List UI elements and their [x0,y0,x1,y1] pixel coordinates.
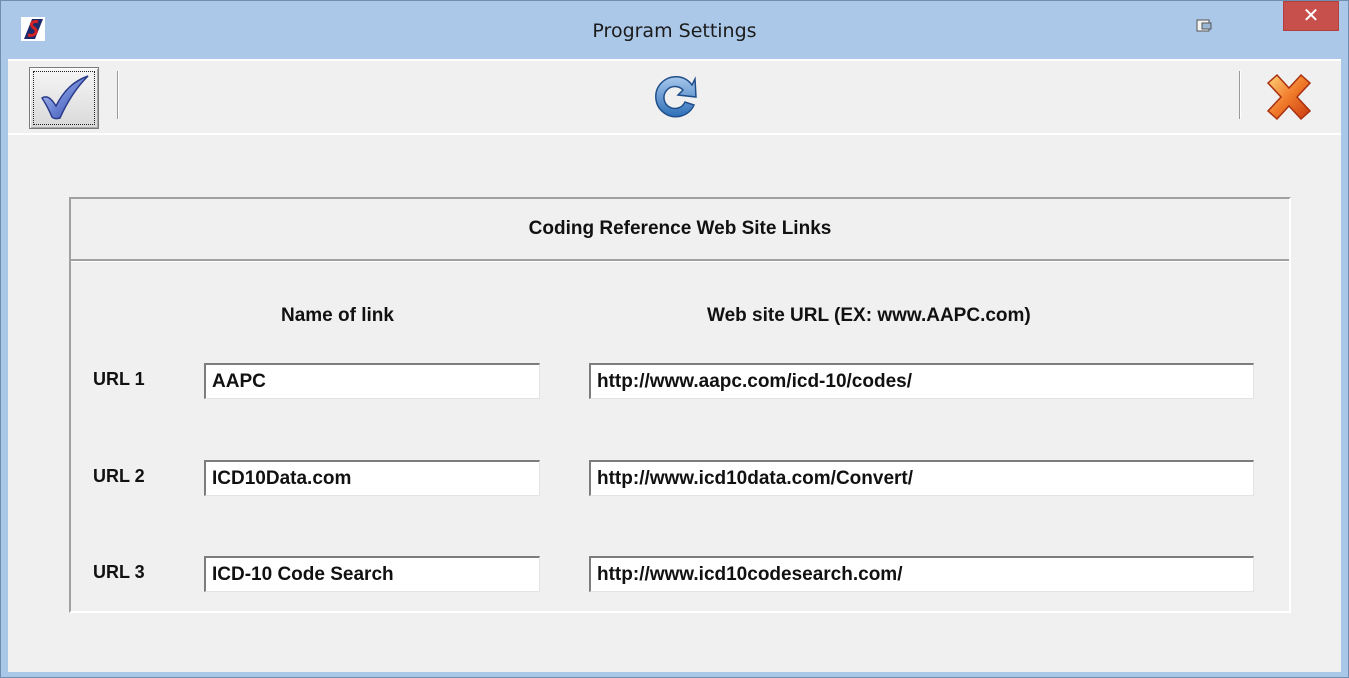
group-title: Coding Reference Web Site Links [528,218,832,239]
url-2-url-field[interactable]: http://www.icd10data.com/Convert/ [589,460,1254,496]
cancel-button[interactable] [1258,69,1320,125]
column-header-url: Web site URL (EX: www.AAPC.com) [707,305,1031,326]
toolbar-separator [117,71,118,119]
column-header-name: Name of link [281,305,394,326]
refresh-button[interactable] [648,71,704,123]
close-window-button[interactable]: ✕ [1283,1,1339,31]
refresh-icon [655,75,697,118]
url-1-url-field[interactable]: http://www.aapc.com/icd-10/codes/ [589,363,1254,399]
client-area: Coding Reference Web Site Links Name of … [8,59,1341,672]
url-1-label: URL 1 [93,369,145,389]
ok-button[interactable] [29,67,99,129]
window-title: Program Settings [592,20,757,42]
url-3-name-field[interactable]: ICD-10 Code Search [204,556,540,592]
group-header: Coding Reference Web Site Links [71,199,1289,261]
restore-window-icon[interactable] [1187,15,1227,37]
red-x-icon [1266,73,1312,121]
toolbar-separator [1239,71,1240,119]
url-2-name-field[interactable]: ICD10Data.com [204,460,540,496]
url-3-label: URL 3 [93,562,145,582]
checkmark-icon [40,75,89,120]
toolbar [8,59,1341,135]
url-3-url-field[interactable]: http://www.icd10codesearch.com/ [589,556,1254,592]
url-2-label: URL 2 [93,466,145,486]
title-bar[interactable]: Program Settings ✕ [1,1,1348,59]
url-1-name-field[interactable]: AAPC [204,363,540,399]
coding-reference-links-group: Coding Reference Web Site Links Name of … [69,197,1291,613]
program-settings-window: Program Settings ✕ Coding Reference Web … [0,0,1349,678]
